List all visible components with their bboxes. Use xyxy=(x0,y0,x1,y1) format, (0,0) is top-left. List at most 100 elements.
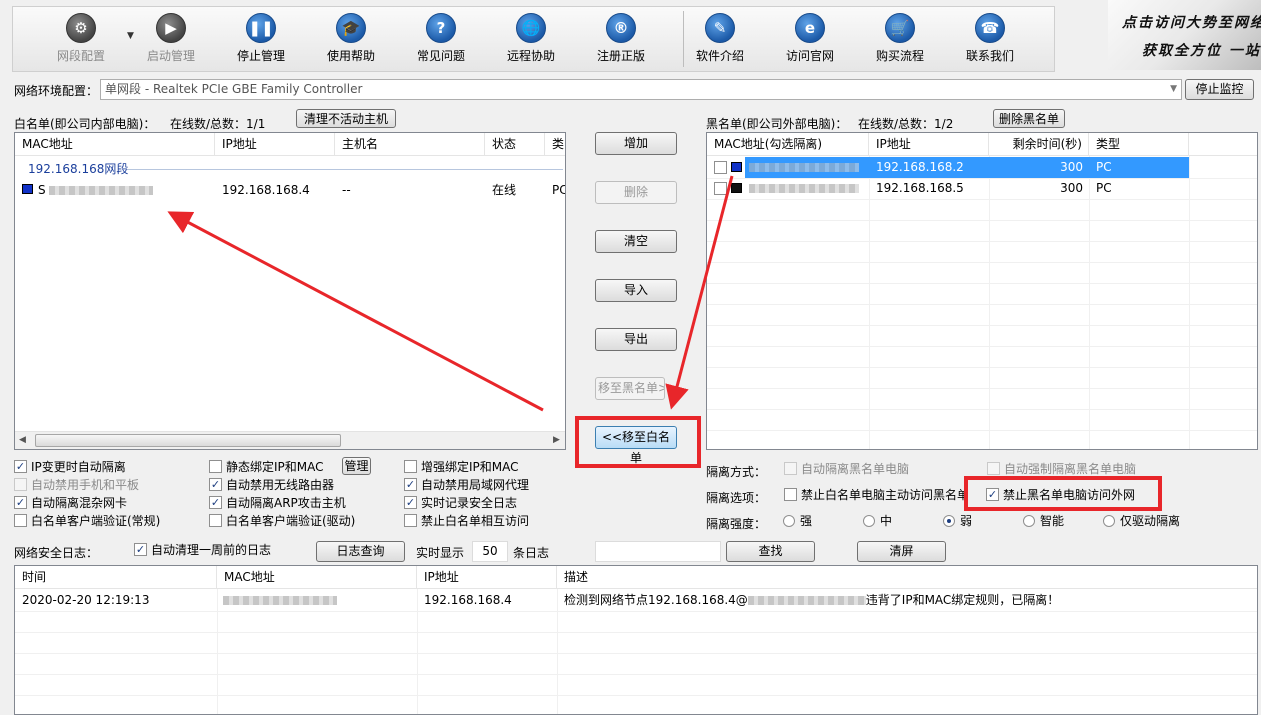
whitelist-mac-cell: S xyxy=(31,180,154,200)
log-col-ip[interactable]: IP地址 xyxy=(417,566,557,589)
network-env-value: 单网段 - Realtek PCIe GBE Family Controller xyxy=(105,82,363,96)
clear-screen-button[interactable]: 清屏 xyxy=(857,541,946,562)
blacklist-table[interactable]: MAC地址(勾选隔离) IP地址 剩余时间(秒) 类型 192.168.168.… xyxy=(706,132,1258,450)
manage-button[interactable]: 管理 xyxy=(342,457,371,475)
toolbar-button-0[interactable]: ⚙ 网段配置 xyxy=(41,7,121,71)
whitelist-col-mac[interactable]: MAC地址 xyxy=(15,133,215,156)
toolbar-button-5[interactable]: 🌐 远程协助 xyxy=(491,7,571,71)
whitelist-table[interactable]: MAC地址 IP地址 主机名 状态 类 192.168.168网段 S 192.… xyxy=(14,132,566,450)
toolbar-button-4[interactable]: ? 常见问题 xyxy=(401,7,481,71)
option-label: 实时记录安全日志 xyxy=(421,496,518,510)
toolbar-button-9[interactable]: 🛒 购买流程 xyxy=(860,7,940,71)
log-col-time[interactable]: 时间 xyxy=(15,566,217,589)
option-checkbox[interactable]: ✓ xyxy=(404,496,417,509)
block-white-to-black-label: 禁止白名单电脑主动访问黑名单 xyxy=(801,488,967,502)
strength-radio[interactable] xyxy=(1023,515,1035,527)
table-row[interactable]: 2020-02-20 12:19:13 192.168.168.4 检测到网络节… xyxy=(15,590,1257,611)
option-checkbox[interactable]: ✓ xyxy=(209,496,222,509)
blacklist-ip-cell: 192.168.168.5 xyxy=(876,181,964,195)
isolate-checkbox[interactable] xyxy=(714,161,727,174)
option-checkbox[interactable] xyxy=(14,478,27,491)
force-isolate-blacklist-label: 自动强制隔离黑名单电脑 xyxy=(1004,462,1137,476)
force-isolate-blacklist-checkbox[interactable] xyxy=(987,462,1000,475)
grid-line xyxy=(15,674,1257,675)
option-label: 白名单客户端验证(驱动) xyxy=(226,514,356,528)
blacklist-col-remaining[interactable]: 剩余时间(秒) xyxy=(989,133,1089,156)
option-checkbox[interactable]: ✓ xyxy=(209,478,222,491)
option-checkbox[interactable] xyxy=(209,514,222,527)
blacklist-remaining-cell: 300 xyxy=(1060,181,1083,195)
import-button[interactable]: 导入 xyxy=(595,279,677,302)
clear-inactive-hosts-button[interactable]: 清理不活动主机 xyxy=(296,109,396,128)
table-row[interactable]: 192.168.168.2 300 PC xyxy=(707,157,1189,178)
grid-line xyxy=(15,653,1257,654)
option-checkbox[interactable]: ✓ xyxy=(404,478,417,491)
toolbar-button-1[interactable]: ▶ 启动管理 xyxy=(131,7,211,71)
log-query-button[interactable]: 日志查询 xyxy=(316,541,405,562)
isolate-checkbox[interactable] xyxy=(714,182,727,195)
delete-blacklist-button[interactable]: 删除黑名单 xyxy=(993,109,1065,128)
log-time-cell: 2020-02-20 12:19:13 xyxy=(22,593,150,607)
whitelist-col-ip[interactable]: IP地址 xyxy=(215,133,335,156)
option-checkbox[interactable] xyxy=(14,514,27,527)
scroll-right-icon[interactable]: ▶ xyxy=(553,435,560,445)
whitelist-col-type[interactable]: 类 xyxy=(545,133,565,156)
log-col-mac[interactable]: MAC地址 xyxy=(217,566,417,589)
realtime-count-input[interactable]: 50 xyxy=(472,541,508,562)
option-checkbox[interactable]: ✓ xyxy=(14,496,27,509)
grid-line xyxy=(707,325,1257,326)
auto-clear-log-checkbox[interactable]: ✓ xyxy=(134,543,147,556)
log-col-desc[interactable]: 描述 xyxy=(557,566,1257,589)
toolbar-button-label: 网段配置 xyxy=(56,49,105,63)
blacklist-col-mac[interactable]: MAC地址(勾选隔离) xyxy=(707,133,869,156)
blacklist-col-empty xyxy=(1189,133,1257,156)
log-table[interactable]: 时间 MAC地址 IP地址 描述 2020-02-20 12:19:13 192… xyxy=(14,565,1258,715)
stop-monitor-button[interactable]: 停止监控 xyxy=(1185,79,1254,100)
toolbar-button-3[interactable]: 🎓 使用帮助 xyxy=(311,7,391,71)
strength-radio[interactable] xyxy=(1103,515,1115,527)
network-env-select[interactable]: 单网段 - Realtek PCIe GBE Family Controller… xyxy=(100,79,1182,100)
export-button[interactable]: 导出 xyxy=(595,328,677,351)
scroll-thumb[interactable] xyxy=(35,434,341,447)
toolbar-button-8[interactable]: e 访问官网 xyxy=(770,7,850,71)
toolbar-button-2[interactable]: ❚❚ 停止管理 xyxy=(221,7,301,71)
grid-line xyxy=(707,199,1257,200)
option-checkbox[interactable] xyxy=(404,514,417,527)
delete-button[interactable]: 删除 xyxy=(595,181,677,204)
scroll-left-icon[interactable]: ◀ xyxy=(19,435,26,445)
whitelist-group-label: 192.168.168网段 xyxy=(28,162,129,176)
whitelist-col-host[interactable]: 主机名 xyxy=(335,133,485,156)
option-checkbox[interactable] xyxy=(209,460,222,473)
strength-radio[interactable] xyxy=(863,515,875,527)
isolation-method-label: 隔离方式： xyxy=(706,465,767,479)
search-button[interactable]: 查找 xyxy=(726,541,815,562)
whitelist-col-status[interactable]: 状态 xyxy=(485,133,545,156)
block-white-to-black-checkbox[interactable] xyxy=(784,488,797,501)
toolbar-button-10[interactable]: ☎ 联系我们 xyxy=(950,7,1030,71)
strength-label: 仅驱动隔离 xyxy=(1120,514,1181,528)
blacklist-col-ip[interactable]: IP地址 xyxy=(869,133,989,156)
strength-radio[interactable] xyxy=(783,515,795,527)
strength-radio[interactable] xyxy=(943,515,955,527)
banner-line2: 获取全方位 一站 xyxy=(1142,43,1261,59)
option-label: 静态绑定IP和MAC xyxy=(226,460,324,474)
auto-isolate-blacklist-label: 自动隔离黑名单电脑 xyxy=(801,462,910,476)
selected-mac-cell xyxy=(745,157,869,178)
move-to-blacklist-button[interactable]: 移至黑名单>> xyxy=(595,377,665,400)
horizontal-scrollbar[interactable]: ◀ ▶ xyxy=(15,431,565,449)
auto-isolate-blacklist-checkbox[interactable] xyxy=(784,462,797,475)
option-checkbox[interactable]: ✓ xyxy=(14,460,27,473)
grid-line xyxy=(707,304,1257,305)
grid-line xyxy=(707,241,1257,242)
search-input[interactable] xyxy=(595,541,721,562)
toolbar-button-7[interactable]: ✎ 软件介绍 xyxy=(680,7,760,71)
toolbar-button-6[interactable]: ® 注册正版 xyxy=(581,7,661,71)
option-checkbox[interactable] xyxy=(404,460,417,473)
table-row[interactable]: 192.168.168.5 300 PC xyxy=(707,178,1189,199)
blacklist-col-type[interactable]: 类型 xyxy=(1089,133,1189,156)
entries-label: 条日志 xyxy=(513,546,550,560)
promo-banner[interactable]: 点击访问大势至网络 获取全方位 一站 xyxy=(1108,0,1261,70)
table-row[interactable]: S 192.168.168.4 -- 在线 PC xyxy=(15,180,565,202)
add-button[interactable]: 增加 xyxy=(595,132,677,155)
clear-button[interactable]: 清空 xyxy=(595,230,677,253)
